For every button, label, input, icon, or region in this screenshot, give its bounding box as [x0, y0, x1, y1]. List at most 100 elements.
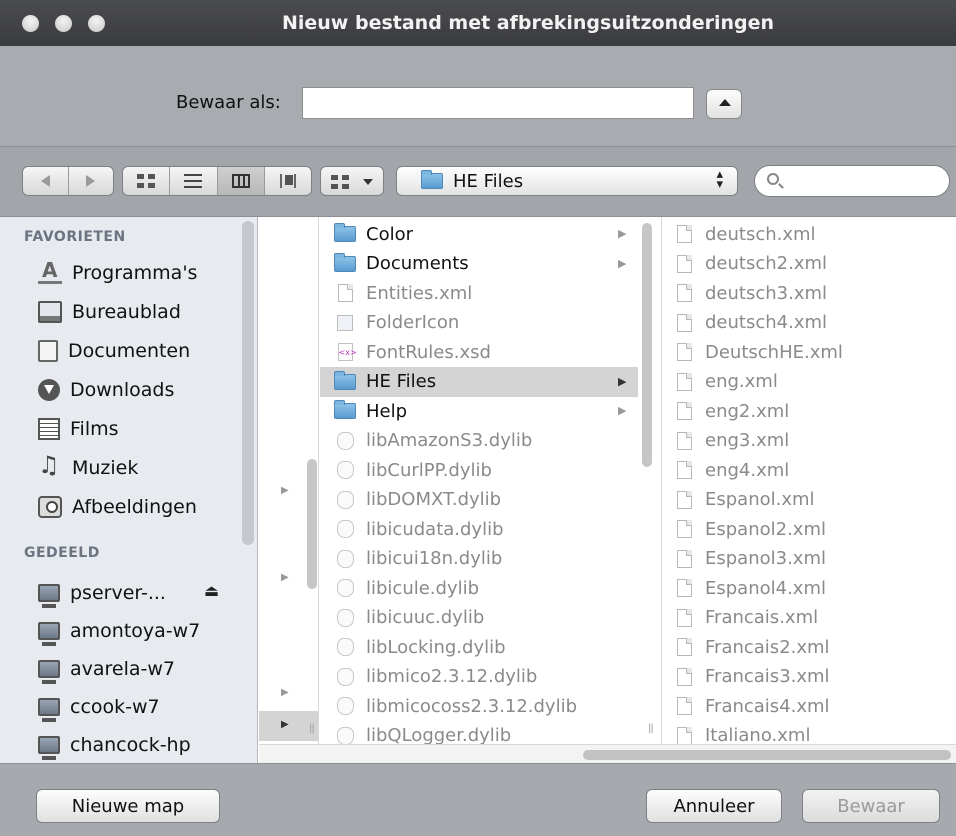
sidebar-item-bureaublad[interactable]: Bureaublad	[38, 294, 181, 330]
list-item[interactable]: Entities.xml	[320, 278, 638, 308]
sidebar-item-documenten[interactable]: Documenten	[38, 333, 190, 369]
list-item[interactable]: <x> FontRules.xsd	[320, 337, 638, 367]
list-item[interactable]: Espanol2.xml	[663, 514, 953, 544]
list-item-label: libDOMXT.dylib	[366, 489, 502, 510]
list-item[interactable]: libicuuc.dylib	[320, 603, 638, 633]
sidebar-item-amontoya-w7[interactable]: amontoya-w7	[38, 613, 200, 649]
list-view-button[interactable]	[170, 167, 218, 195]
list-item[interactable]: deutsch.xml	[663, 219, 953, 249]
list-item[interactable]: libAmazonS3.dylib	[320, 426, 638, 456]
list-item[interactable]: deutsch3.xml	[663, 278, 953, 308]
file-browser: FAVORIETEN GEDEELD Programma's Bureaublad…	[0, 216, 956, 764]
column-resize-grip[interactable]: ||	[309, 723, 315, 734]
icon-view-button[interactable]	[123, 167, 171, 195]
list-item[interactable]: FolderIcon	[320, 308, 638, 338]
list-item[interactable]: Espanol4.xml	[663, 573, 953, 603]
save-button[interactable]: Bewaar	[802, 789, 940, 823]
list-item[interactable]: Francais2.xml	[663, 632, 953, 662]
column-view-button[interactable]	[217, 167, 265, 195]
eject-icon[interactable]: ⏏	[204, 581, 219, 600]
document-icon	[671, 284, 697, 302]
list-item[interactable]: deutsch2.xml	[663, 249, 953, 279]
list-item[interactable]: libLocking.dylib	[320, 632, 638, 662]
list-item[interactable]: Francais3.xml	[663, 662, 953, 692]
sidebar-item-chancock-hp[interactable]: chancock-hp	[38, 727, 191, 763]
music-icon	[38, 451, 62, 479]
column-1-scrollbar[interactable]	[642, 223, 652, 467]
document-icon	[671, 461, 697, 479]
sidebar-scrollbar[interactable]	[242, 221, 254, 545]
document-icon	[671, 638, 697, 656]
sidebar-item-ccook-w7[interactable]: ccook-w7	[38, 689, 160, 725]
folder-icon	[332, 400, 358, 419]
list-item[interactable]: libicule.dylib	[320, 573, 638, 603]
library-icon	[332, 520, 358, 538]
list-item-label: Entities.xml	[366, 282, 473, 304]
document-icon	[671, 697, 697, 715]
list-item[interactable]: eng2.xml	[663, 396, 953, 426]
close-button[interactable]	[22, 15, 39, 32]
library-icon	[332, 667, 358, 686]
column-0-scrollbar[interactable]	[307, 459, 317, 589]
list-item[interactable]: DeutschHE.xml	[663, 337, 953, 367]
list-item-label: DeutschHE.xml	[705, 341, 843, 363]
sidebar-item-pserver[interactable]: pserver-...	[38, 575, 166, 611]
list-item[interactable]: Help ▶	[320, 396, 638, 426]
disclosure-arrow-icon: ▶	[618, 374, 627, 388]
list-item[interactable]: deutsch4.xml	[663, 308, 953, 338]
list-item[interactable]: Color ▶	[320, 219, 638, 249]
list-item[interactable]: Espanol3.xml	[663, 544, 953, 574]
sidebar-item-muziek[interactable]: Muziek	[38, 450, 138, 486]
disclosure-arrow-icon: ▶	[281, 485, 289, 496]
pictures-icon	[38, 496, 62, 518]
list-item[interactable]: libicudata.dylib	[320, 514, 638, 544]
list-item[interactable]: eng3.xml	[663, 426, 953, 456]
forward-button[interactable]	[69, 167, 114, 195]
back-button[interactable]	[23, 167, 69, 195]
horizontal-scrollbar[interactable]	[259, 744, 956, 764]
list-item[interactable]: libQLogger.dylib	[320, 721, 638, 744]
location-popup[interactable]: HE Files ▴ ▾	[396, 166, 738, 196]
document-icon	[671, 726, 697, 744]
save-dialog: Nieuw bestand met afbrekingsuitzondering…	[0, 0, 956, 836]
search-field[interactable]	[754, 165, 950, 197]
movies-icon	[38, 418, 60, 440]
list-item-label: HE Files	[366, 371, 437, 392]
save-as-input[interactable]	[302, 87, 694, 119]
sidebar-item-afbeeldingen[interactable]: Afbeeldingen	[38, 489, 197, 525]
column-resize-grip[interactable]: ||	[648, 723, 654, 734]
sidebar-item-avarela-w7[interactable]: avarela-w7	[38, 651, 175, 687]
disclosure-arrow-icon: ▶	[618, 404, 627, 417]
horizontal-scroll-thumb[interactable]	[583, 750, 951, 760]
sidebar-item-programma-s[interactable]: Programma's	[38, 255, 197, 291]
list-item[interactable]: Francais.xml	[663, 603, 953, 633]
list-item-label: libCurlPP.dylib	[366, 459, 492, 481]
expand-dialog-button[interactable]	[706, 89, 742, 119]
sidebar-item-label: ccook-w7	[70, 696, 160, 718]
sidebar-item-films[interactable]: Films	[38, 411, 119, 447]
list-item[interactable]: libmicocoss2.3.12.dylib	[320, 691, 638, 721]
coverflow-view-button[interactable]	[265, 167, 311, 195]
window-title: Nieuw bestand met afbrekingsuitzondering…	[281, 12, 774, 34]
new-folder-button[interactable]: Nieuwe map	[36, 789, 220, 823]
list-item[interactable]: HE Files ▶	[320, 366, 638, 397]
list-item[interactable]: Espanol.xml	[663, 485, 953, 515]
list-item[interactable]: eng4.xml	[663, 455, 953, 485]
minimize-button[interactable]	[55, 15, 72, 32]
list-item[interactable]: libicui18n.dylib	[320, 544, 638, 574]
list-item[interactable]: eng.xml	[663, 367, 953, 397]
list-item[interactable]: libCurlPP.dylib	[320, 455, 638, 485]
list-item[interactable]: libDOMXT.dylib	[320, 485, 638, 515]
list-item[interactable]: Documents ▶	[320, 249, 638, 279]
list-item-label: Italiano.xml	[705, 725, 811, 744]
list-item[interactable]: libmico2.3.12.dylib	[320, 662, 638, 692]
zoom-button[interactable]	[88, 15, 105, 32]
list-item[interactable]: Italiano.xml	[663, 721, 953, 744]
list-item-label: Francais.xml	[705, 607, 819, 628]
downloads-icon	[38, 379, 60, 401]
sidebar-item-downloads[interactable]: Downloads	[38, 372, 174, 408]
list-item-label: deutsch.xml	[705, 223, 816, 245]
cancel-button[interactable]: Annuleer	[646, 789, 782, 823]
arrange-button[interactable]	[320, 166, 384, 196]
list-item[interactable]: Francais4.xml	[663, 691, 953, 721]
